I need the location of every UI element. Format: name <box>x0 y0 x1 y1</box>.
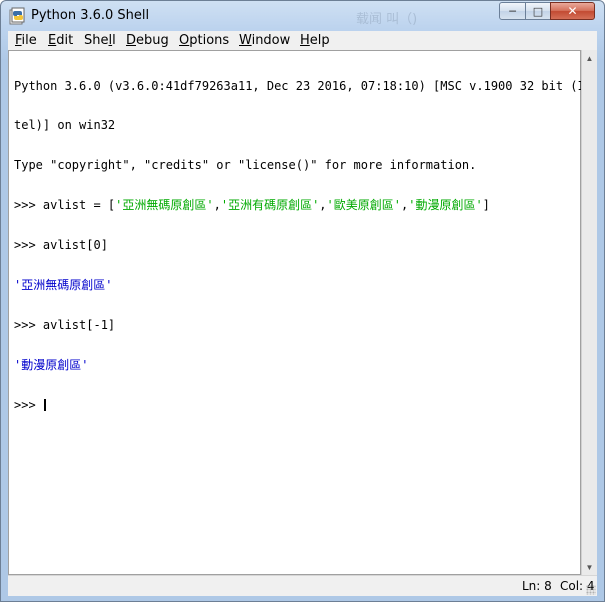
menu-debug-mnemonic: D <box>126 33 137 48</box>
menu-help-label: elp <box>309 33 330 48</box>
line-number-status: Ln: 8 <box>522 579 552 593</box>
idle-shell-window: Python 3.6.0 Shell 载闻 叫（) ─ □ ✕ File Edi… <box>0 0 605 602</box>
close-icon: ✕ <box>567 4 578 18</box>
menu-window-label: indow <box>251 33 291 48</box>
output-line-2: '亞洲無碼原創區' <box>14 278 113 293</box>
code-text: avlist = [ <box>42 198 116 213</box>
menu-options-mnemonic: O <box>179 33 190 48</box>
menu-shell-label-start: She <box>84 33 109 48</box>
menu-debug[interactable]: Debug <box>126 33 169 48</box>
banner-line-3: Type "copyright", "credits" or "license(… <box>14 158 477 173</box>
string-literal: '亞洲無碼原創區' <box>115 198 214 213</box>
menu-shell-label-end: l <box>112 33 116 48</box>
code-text: avlist[0] <box>42 238 108 253</box>
menu-file-label: ile <box>21 33 37 48</box>
string-literal: '亞洲有碼原創區' <box>220 198 320 213</box>
menu-help-mnemonic: H <box>300 33 310 48</box>
minimize-icon: ─ <box>509 4 516 18</box>
current-input-line[interactable]: >>> <box>14 397 574 412</box>
banner-line-2: tel)] on win32 <box>14 118 116 133</box>
vertical-scrollbar[interactable]: ▲ ▼ <box>581 50 597 575</box>
menu-edit[interactable]: Edit <box>48 33 73 48</box>
text-cursor <box>43 398 46 411</box>
menu-debug-label: ebug <box>136 33 169 48</box>
window-title: Python 3.6.0 Shell <box>31 8 150 23</box>
scroll-down-icon[interactable]: ▼ <box>582 559 597 575</box>
status-bar: Ln: 8 Col: 4 <box>8 575 597 596</box>
menu-edit-mnemonic: E <box>48 33 57 48</box>
minimize-button[interactable]: ─ <box>499 2 526 20</box>
menu-file[interactable]: File <box>15 33 37 48</box>
prompt: >>> <box>14 397 43 412</box>
shell-text-area[interactable]: Python 3.6.0 (v3.6.0:41df79263a11, Dec 2… <box>8 50 592 575</box>
banner-line-1: Python 3.6.0 (v3.6.0:41df79263a11, Dec 2… <box>14 78 592 93</box>
input-line-2: >>> avlist[0] <box>14 239 574 252</box>
background-window-title: 载闻 叫（) <box>356 12 418 27</box>
menu-edit-label: dit <box>56 33 74 48</box>
scroll-up-icon[interactable]: ▲ <box>582 50 597 66</box>
menu-help[interactable]: Help <box>300 33 330 48</box>
code-text: ] <box>482 198 490 213</box>
prompt: >>> <box>14 317 43 332</box>
maximize-icon: □ <box>532 4 544 18</box>
title-bar[interactable]: Python 3.6.0 Shell 载闻 叫（) ─ □ ✕ <box>1 1 604 31</box>
prompt: >>> <box>14 238 43 253</box>
resize-grip-icon[interactable] <box>586 585 596 595</box>
menu-shell[interactable]: Shell <box>84 33 116 48</box>
menu-bar: File Edit Shell Debug Options Window Hel… <box>8 31 597 51</box>
code-text: avlist[-1] <box>42 317 116 332</box>
input-line-3: >>> avlist[-1] <box>14 317 574 332</box>
console-output: Python 3.6.0 (v3.6.0:41df79263a11, Dec 2… <box>14 53 592 439</box>
menu-options[interactable]: Options <box>179 33 229 48</box>
comma: , <box>213 198 221 213</box>
python-idle-icon[interactable] <box>9 7 25 25</box>
prompt: >>> <box>14 198 43 213</box>
menu-options-label: ptions <box>189 33 230 48</box>
comma: , <box>319 198 327 213</box>
close-button[interactable]: ✕ <box>550 2 595 20</box>
string-literal: '動漫原創區' <box>408 198 483 213</box>
output-line-3: '動漫原創區' <box>14 357 89 372</box>
menu-window[interactable]: Window <box>239 33 290 48</box>
input-line-1: >>> avlist = ['亞洲無碼原創區','亞洲有碼原創區','歐美原創區… <box>14 199 574 212</box>
maximize-button[interactable]: □ <box>525 2 551 20</box>
string-literal: '歐美原創區' <box>326 198 401 213</box>
menu-window-mnemonic: W <box>239 33 252 48</box>
